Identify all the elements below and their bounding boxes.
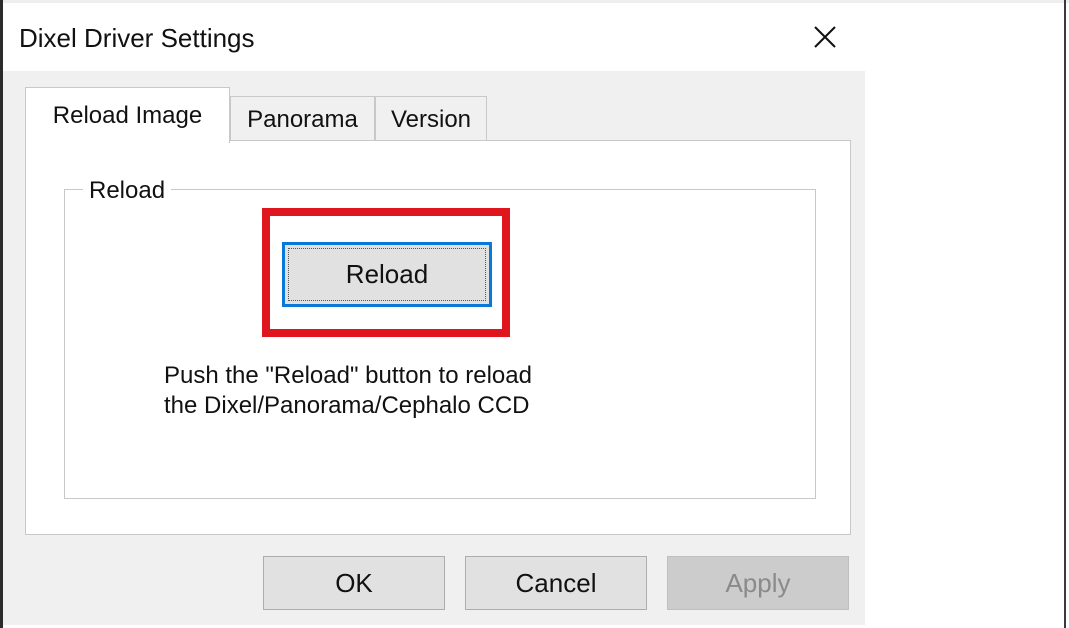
instruction-line-2: the Dixel/Panorama/Cephalo CCD <box>164 392 530 419</box>
tab-reload-image[interactable]: Reload Image <box>25 87 230 143</box>
tab-version[interactable]: Version <box>375 96 487 143</box>
instruction-line-1: Push the "Reload" button to reload <box>164 362 532 389</box>
reload-button[interactable]: Reload <box>282 242 492 307</box>
title-bar[interactable]: Dixel Driver Settings <box>3 3 865 71</box>
screen: Dixel Driver Settings Reload Image Panor… <box>0 0 1069 628</box>
dialog-title: Dixel Driver Settings <box>19 23 255 53</box>
close-icon <box>814 26 836 48</box>
reload-group-label: Reload <box>83 177 172 205</box>
cancel-button[interactable]: Cancel <box>465 556 647 610</box>
reload-image-panel: Reload Reload Push the "Reload" button t… <box>25 140 851 535</box>
tab-panorama-label: Panorama <box>247 106 358 133</box>
close-button[interactable] <box>803 15 847 59</box>
settings-dialog: Dixel Driver Settings Reload Image Panor… <box>3 3 865 625</box>
reload-instruction: Push the "Reload" button to reload the D… <box>164 361 532 421</box>
ok-button[interactable]: OK <box>263 556 445 610</box>
apply-button[interactable]: Apply <box>667 556 849 610</box>
tab-version-label: Version <box>390 106 472 133</box>
tab-panorama[interactable]: Panorama <box>230 96 375 143</box>
tab-reload-image-label: Reload Image <box>52 101 203 129</box>
right-window-edge <box>1064 0 1066 628</box>
